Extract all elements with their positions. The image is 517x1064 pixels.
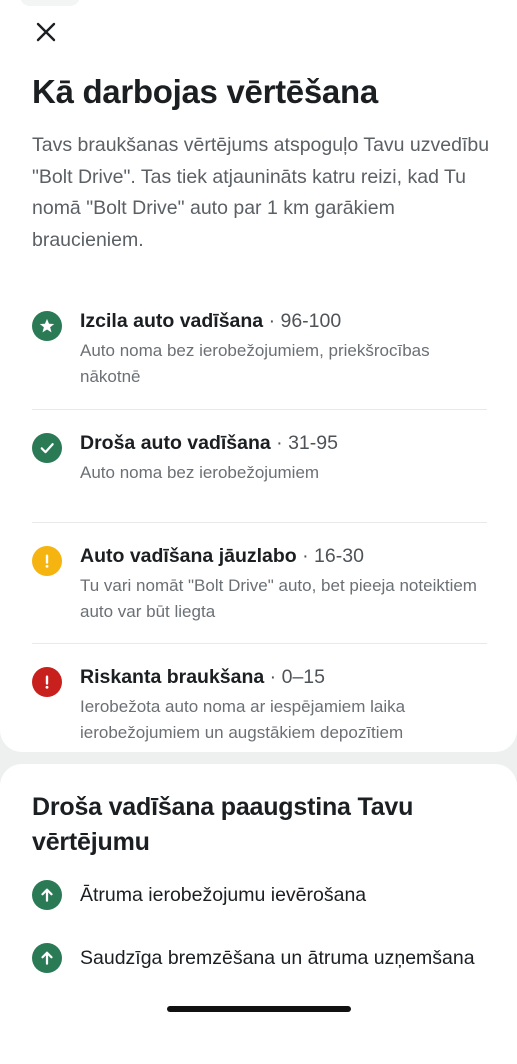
tip-item-speed-limits: Ātruma ierobežojumu ievērošana [32,880,517,911]
tips-section-title: Droša vadīšana paaugstina Tavu vērtējumu [32,793,414,856]
sheet-top-edge [20,0,80,6]
rating-level-excellent: Izcila auto vadīšana · 96-100 Auto noma … [32,306,487,410]
check-icon [32,433,62,463]
rating-level-risky: Riskanta braukšana · 0–15 Ierobežota aut… [32,644,487,762]
alert-icon [32,667,62,697]
level-name: Izcila auto vadīšana [80,310,264,332]
level-range: · 16-30 [296,545,364,567]
level-range: · 96-100 [263,310,342,332]
info-sheet: Kā darbojas vērtēšana Tavs braukšanas vē… [0,0,517,752]
level-description: Tu vari nomāt "Bolt Drive" auto, bet pie… [80,576,477,621]
level-range: · 0–15 [264,666,325,688]
rating-level-safe: Droša auto vadīšana · 31-95 Auto noma be… [32,410,487,523]
level-description: Auto noma bez ierobežojumiem, priekšrocī… [80,341,430,386]
level-range: · 31-95 [270,432,338,454]
close-button[interactable] [28,14,64,50]
warning-icon [32,546,62,576]
level-name: Auto vadīšana jāuzlabo [80,545,297,567]
arrow-up-icon [32,880,62,910]
rating-level-needs-improvement: Auto vadīšana jāuzlabo · 16-30 Tu vari n… [32,523,487,644]
intro-text: Tavs braukšanas vērtējums atspoguļo Tavu… [32,134,490,251]
close-icon [36,22,56,42]
tip-label: Saudzīga bremzēšana un ātruma uzņemšana [80,947,475,969]
home-indicator[interactable] [167,1006,351,1012]
rating-levels-list: Izcila auto vadīšana · 96-100 Auto noma … [32,306,487,762]
level-description: Ierobežota auto noma ar iespējamiem laik… [80,697,406,742]
level-name: Droša auto vadīšana [80,432,271,454]
tip-item-gentle-braking: Saudzīga bremzēšana un ātruma uzņemšana [32,943,517,974]
tip-label: Ātruma ierobežojumu ievērošana [80,884,367,906]
level-description: Auto noma bez ierobežojumiem [80,463,320,482]
star-icon [32,311,62,341]
level-name: Riskanta braukšana [80,666,265,688]
arrow-up-icon [32,943,62,973]
page-title: Kā darbojas vērtēšana [32,73,378,110]
